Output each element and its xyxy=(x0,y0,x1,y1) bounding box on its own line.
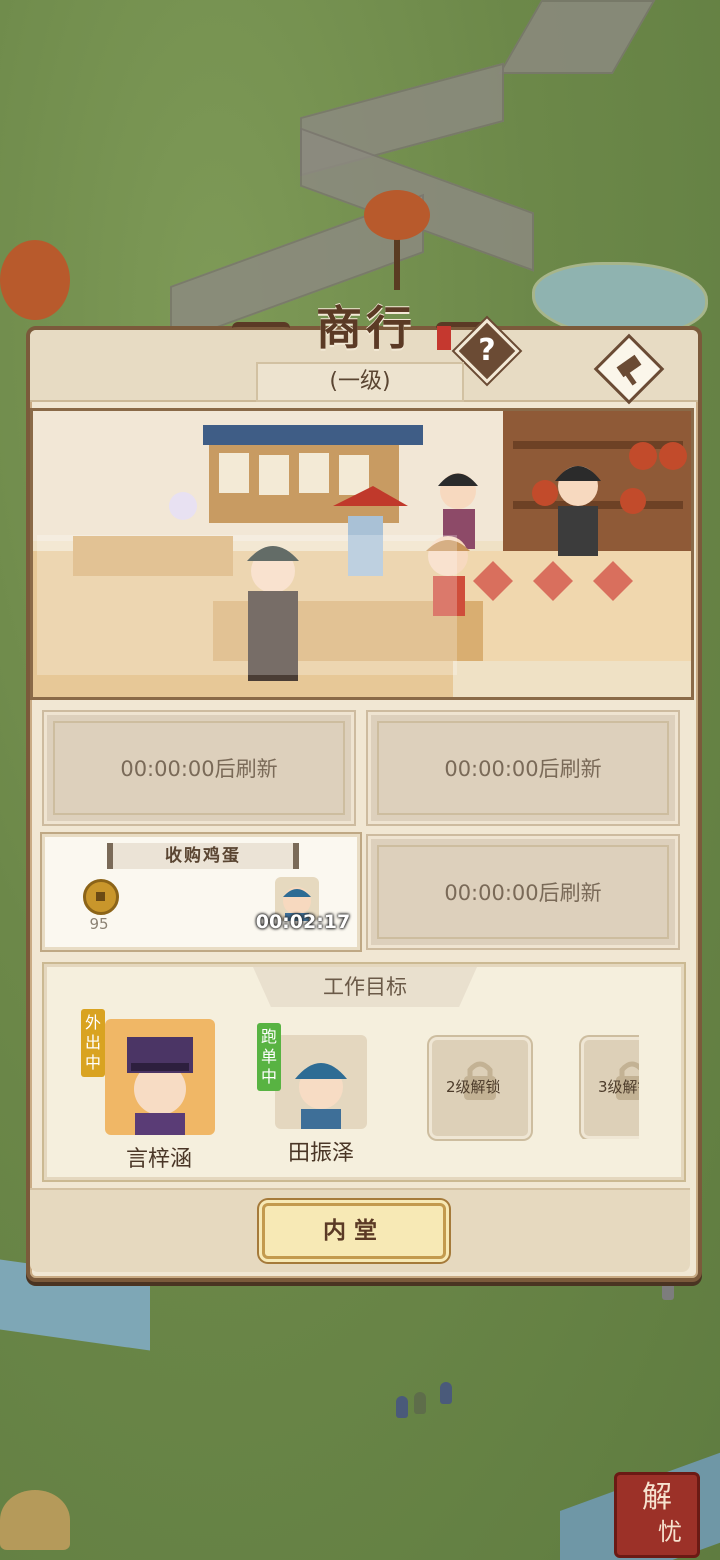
building-level: (一级) xyxy=(256,362,464,402)
locked-worker-slot: 2级解锁 xyxy=(429,1037,531,1139)
order-slot-empty[interactable]: 00:00:00后刷新 xyxy=(44,712,354,824)
shop-scene-art xyxy=(33,411,691,697)
title-seal xyxy=(437,326,451,350)
coin-hole xyxy=(96,892,105,901)
order-slot-empty[interactable]: 00:00:00后刷新 xyxy=(368,836,678,948)
order-slot-empty[interactable]: 00:00:00后刷新 xyxy=(368,712,678,824)
order-timer: 00:02:17 xyxy=(255,911,351,933)
maple-tree xyxy=(364,190,430,240)
shop-interior-illustration xyxy=(30,408,694,700)
worker-portrait xyxy=(295,1063,347,1129)
inner-hall-button[interactable]: 内堂 xyxy=(262,1203,446,1259)
work-goal-title: 工作目标 xyxy=(253,967,477,1007)
work-goal-section: 工作目标 外出中 言梓涵 跑单中 田振泽 2级解锁 3级解 xyxy=(44,964,684,1180)
villager-sprite xyxy=(440,1382,452,1404)
refresh-countdown: 00:00:00后刷新 xyxy=(444,757,602,781)
worker-card[interactable] xyxy=(275,1035,367,1129)
title-ornament-left xyxy=(232,322,290,337)
unlock-requirement: 3级解锁 xyxy=(598,1078,639,1096)
coin-reward-value: 95 xyxy=(89,915,109,933)
locked-worker-slot: 3级解锁 xyxy=(581,1037,639,1139)
active-order-card[interactable]: 收购鸡蛋 95 00:02:17 xyxy=(42,834,360,950)
straw-hut xyxy=(0,1490,70,1550)
seal-label-bottom: 忧 xyxy=(658,1518,682,1546)
worker-name: 言梓涵 xyxy=(125,1147,192,1172)
hammer-icon[interactable] xyxy=(610,350,650,390)
refresh-countdown: 00:00:00后刷新 xyxy=(444,881,602,905)
worker-card[interactable] xyxy=(105,1019,215,1135)
stone-road xyxy=(498,0,656,74)
unlock-requirement: 2级解锁 xyxy=(446,1078,501,1096)
worker-status-badge: 跑单中 xyxy=(257,1023,281,1091)
worker-portrait xyxy=(127,1037,193,1135)
locked-slot-clip: 3级解锁 xyxy=(579,1035,639,1139)
help-icon[interactable]: ? xyxy=(464,328,510,374)
worker-status-badge: 外出中 xyxy=(81,1009,105,1077)
order-title: 收购鸡蛋 xyxy=(107,843,299,869)
jieyou-seal-button[interactable]: 解 忧 xyxy=(614,1472,700,1558)
coin-icon xyxy=(83,879,119,915)
refresh-countdown: 00:00:00后刷新 xyxy=(120,757,278,781)
building-title: 商行 xyxy=(316,301,416,355)
villager-sprite xyxy=(396,1396,408,1418)
villager-sprite xyxy=(414,1392,426,1414)
maple-tree xyxy=(0,240,70,320)
worker-name: 田振泽 xyxy=(287,1141,354,1166)
seal-label-top: 解 xyxy=(642,1480,672,1515)
